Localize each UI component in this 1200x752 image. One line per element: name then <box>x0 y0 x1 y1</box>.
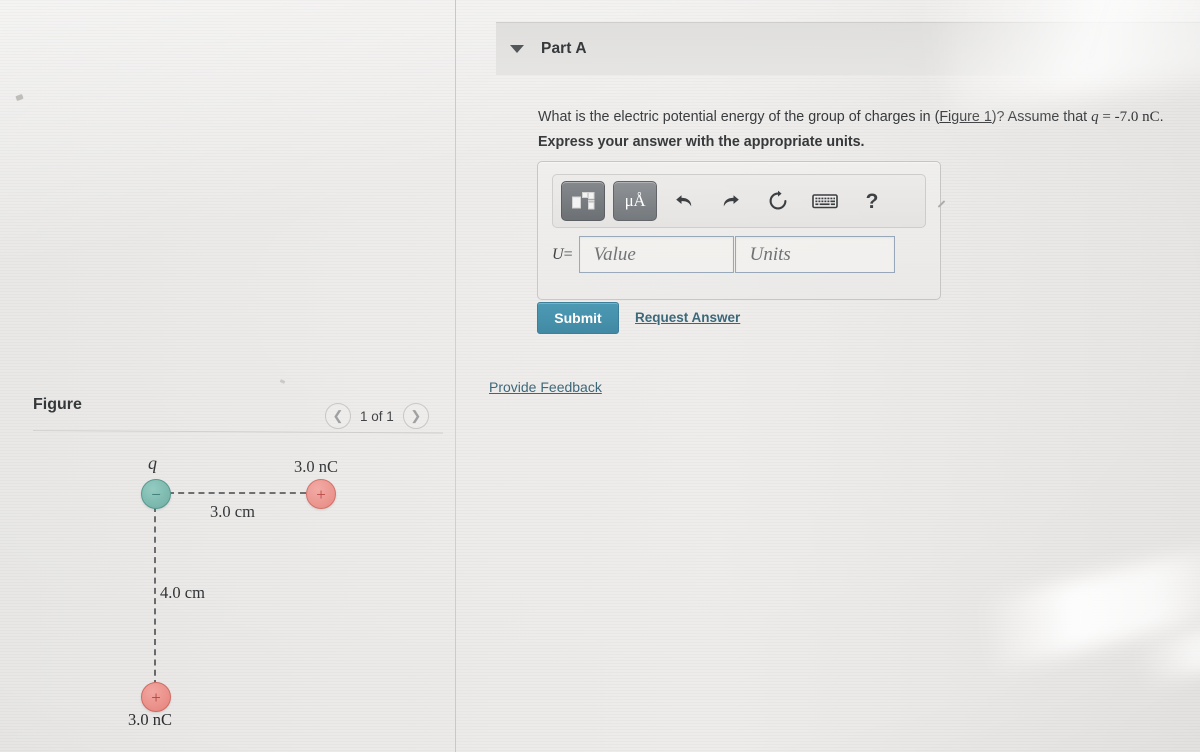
figure-1-link[interactable]: Figure 1 <box>939 109 991 125</box>
answer-equals-sign: = <box>563 245 573 263</box>
charge-top-right: + <box>306 479 336 509</box>
keyboard-icon[interactable] <box>805 182 845 220</box>
answer-units-input[interactable] <box>734 236 895 273</box>
resize-handle-icon[interactable] <box>937 198 949 210</box>
answer-entry-widget: μÅ ? U= Value Units <box>537 161 946 300</box>
chevron-right-icon[interactable]: ❯ <box>402 403 429 429</box>
answer-input-row: U= <box>552 236 895 273</box>
question-suffix: . <box>1159 109 1164 125</box>
instruction-text: Express your answer with the appropriate… <box>538 134 865 150</box>
reset-circular-arrow-icon[interactable] <box>758 182 798 220</box>
submit-button[interactable]: Submit <box>537 302 619 334</box>
charge-label-top-left: q <box>148 453 157 473</box>
horizontal-distance-line <box>168 492 306 494</box>
charge-bottom-left: + <box>141 682 171 712</box>
template-icon[interactable] <box>561 181 605 221</box>
request-answer-link[interactable]: Request Answer <box>635 310 740 325</box>
question-value: = -7.0 <box>1098 109 1143 125</box>
charge-label-top-right: 3.0 nC <box>294 457 339 476</box>
charge-label-bottom-left: 3.0 nC <box>128 710 173 729</box>
triangle-down-icon[interactable] <box>510 45 524 53</box>
question-text: What is the electric potential energy of… <box>538 107 1198 129</box>
charge-configuration-diagram: − q + 3.0 nC + 3.0 nC 3.0 cm 4.0 cm <box>110 448 400 748</box>
charge-top-left: − <box>141 479 171 509</box>
figure-navigation[interactable]: ❮ 1 of 1 ❯ <box>325 403 429 429</box>
question-panel: Part A What is the electric potential en… <box>456 0 1200 752</box>
figure-panel-title: Figure <box>33 396 82 413</box>
units-mu-angstrom-icon[interactable]: μÅ <box>613 181 657 221</box>
question-prefix: What is the electric potential energy of… <box>538 109 940 125</box>
help-question-mark: ? <box>865 189 879 213</box>
answer-variable-symbol: U <box>552 245 564 263</box>
question-variable-q: q <box>1091 109 1099 125</box>
part-a-header[interactable]: Part A <box>496 22 1200 75</box>
help-icon[interactable]: ? <box>852 182 892 220</box>
charge-sign-top-right: + <box>316 484 326 504</box>
redo-arrow-icon[interactable] <box>711 182 751 220</box>
distance-label-vertical: 4.0 cm <box>160 583 205 602</box>
vertical-distance-line <box>154 506 156 686</box>
question-middle: )? Assume that <box>991 109 1092 125</box>
answer-value-input[interactable] <box>578 236 734 273</box>
charge-sign-bottom-left: + <box>151 687 161 707</box>
chevron-left-icon[interactable]: ❮ <box>325 403 351 429</box>
figure-counter: 1 of 1 <box>360 408 394 424</box>
answer-variable-label: U= <box>552 246 573 264</box>
undo-arrow-icon[interactable] <box>664 182 704 220</box>
figure-panel: Figure ❮ 1 of 1 ❯ − q + 3.0 nC + 3.0 nC … <box>0 0 455 752</box>
math-toolbar: μÅ ? <box>552 174 946 228</box>
charge-sign-top-left: − <box>151 484 161 504</box>
provide-feedback-link[interactable]: Provide Feedback <box>489 379 602 395</box>
question-unit: nC <box>1142 109 1160 125</box>
figure-header-divider <box>32 430 443 434</box>
part-a-label: Part A <box>541 40 587 57</box>
distance-label-horizontal: 3.0 cm <box>210 502 255 521</box>
units-button-label: μÅ <box>624 191 646 210</box>
